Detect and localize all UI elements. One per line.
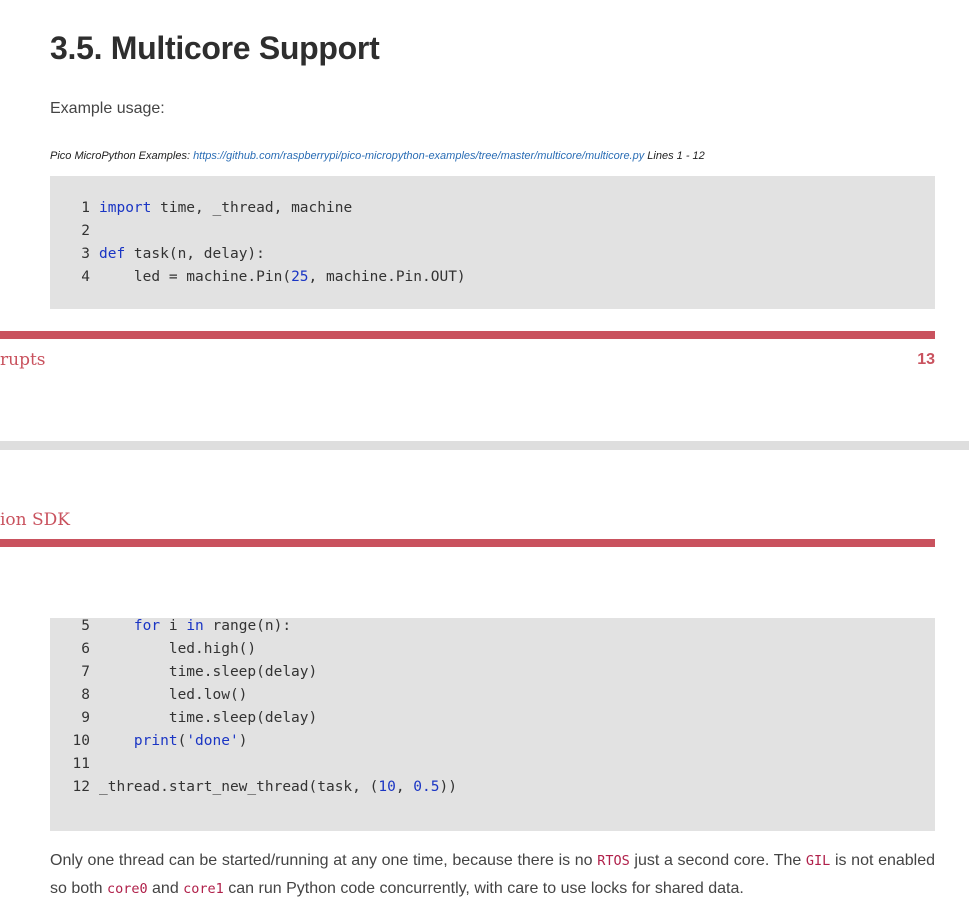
code-line: 4 led = machine.Pin(25, machine.Pin.OUT) bbox=[50, 269, 466, 292]
inline-code-rtos: RTOS bbox=[597, 853, 630, 869]
code-token: led.low() bbox=[99, 687, 248, 703]
page-number: 13 bbox=[917, 351, 935, 368]
code-line: 7 time.sleep(delay) bbox=[50, 664, 317, 687]
line-number: 8 bbox=[81, 687, 90, 703]
code-line: 8 led.low() bbox=[50, 687, 247, 710]
code-text: for i in range(n): bbox=[99, 618, 291, 634]
code-token: task(n, delay): bbox=[125, 246, 265, 262]
inline-code-gil: GIL bbox=[805, 853, 831, 869]
source-lines: Lines 1 - 12 bbox=[647, 150, 705, 162]
page-separator bbox=[0, 441, 969, 450]
paragraph-text: can run Python code concurrently, with c… bbox=[223, 880, 744, 897]
code-line: 2 bbox=[50, 223, 99, 246]
code-line: 12 _thread.start_new_thread(task, (10, 0.… bbox=[50, 779, 457, 802]
inline-code-core1: core1 bbox=[183, 881, 224, 897]
code-text: import time, _thread, machine bbox=[99, 200, 352, 216]
code-keyword: for bbox=[133, 618, 161, 634]
line-number: 3 bbox=[81, 246, 90, 262]
source-link[interactable]: https://github.com/raspberrypi/pico-micr… bbox=[193, 150, 644, 162]
code-text: def task(n, delay): bbox=[99, 246, 265, 262]
code-token: _thread.start_new_thread(task, ( bbox=[99, 779, 379, 795]
code-line: 6 led.high() bbox=[50, 641, 256, 664]
code-text: time.sleep(delay) bbox=[99, 710, 317, 726]
code-token: , machine.Pin.OUT) bbox=[308, 269, 466, 285]
code-token: time.sleep(delay) bbox=[99, 664, 318, 680]
code-token: i bbox=[160, 618, 187, 634]
code-keyword: def bbox=[99, 246, 126, 262]
line-number: 12 bbox=[72, 779, 90, 795]
code-text: print('done') bbox=[99, 733, 248, 749]
source-reference: Pico MicroPython Examples: https://githu… bbox=[50, 150, 705, 162]
code-string: 'done' bbox=[186, 733, 239, 749]
paragraph-text: Only one thread can be started/running a… bbox=[50, 852, 598, 869]
code-block-top: 1 import time, _thread, machine 2 3 def task… bbox=[50, 176, 935, 309]
section-title: 3.5. Multicore Support bbox=[50, 30, 380, 66]
code-token: )) bbox=[439, 779, 457, 795]
code-number: 25 bbox=[291, 269, 309, 285]
code-block-bottom: 5 for i in range(n): 6 led.high() 7 time.s… bbox=[50, 618, 935, 831]
code-text: _thread.start_new_thread(task, (10, 0.5)… bbox=[99, 779, 457, 795]
code-text: led = machine.Pin(25, machine.Pin.OUT) bbox=[99, 269, 466, 285]
footer-section-title: rupts bbox=[0, 350, 46, 370]
code-token: , bbox=[395, 779, 414, 795]
line-number: 4 bbox=[81, 269, 90, 285]
line-number: 2 bbox=[81, 223, 90, 239]
line-number: 5 bbox=[81, 618, 90, 634]
code-line: 3 def task(n, delay): bbox=[50, 246, 265, 269]
example-usage-label: Example usage: bbox=[50, 100, 165, 117]
code-text: led.low() bbox=[99, 687, 248, 703]
code-keyword: import bbox=[99, 200, 152, 216]
code-keyword: print bbox=[133, 733, 178, 749]
header-chapter-title: ion SDK bbox=[0, 510, 71, 530]
header-rule bbox=[0, 539, 935, 547]
code-number: 10 bbox=[378, 779, 396, 795]
code-number: 0.5 bbox=[413, 779, 440, 795]
inline-code-core0: core0 bbox=[106, 881, 148, 897]
code-line: 1 import time, _thread, machine bbox=[50, 200, 352, 223]
footer-rule bbox=[0, 331, 935, 339]
source-prefix: Pico MicroPython Examples: bbox=[50, 150, 190, 162]
paragraph-text: just a second core. The bbox=[629, 852, 806, 869]
paragraph-text: and bbox=[147, 880, 184, 897]
code-text: led.high() bbox=[99, 641, 256, 657]
code-keyword: in bbox=[186, 618, 204, 634]
code-text: time.sleep(delay) bbox=[99, 664, 317, 680]
code-token: range(n): bbox=[203, 618, 292, 634]
code-token: ) bbox=[238, 733, 248, 749]
line-number: 6 bbox=[81, 641, 90, 657]
code-line: 10 print('done') bbox=[50, 733, 248, 756]
code-token: time.sleep(delay) bbox=[99, 710, 318, 726]
code-line: 5 for i in range(n): bbox=[50, 618, 291, 641]
line-number: 7 bbox=[81, 664, 90, 680]
code-token: time, _thread, machine bbox=[151, 200, 353, 216]
code-token: ( bbox=[177, 733, 187, 749]
code-line: 9 time.sleep(delay) bbox=[50, 710, 317, 733]
code-token: led = machine.Pin( bbox=[99, 269, 292, 285]
code-token: led.high() bbox=[99, 641, 257, 657]
body-paragraph: Only one thread can be started/running a… bbox=[50, 847, 935, 903]
line-number: 10 bbox=[72, 733, 90, 749]
code-line: 11 bbox=[50, 756, 99, 779]
line-number: 11 bbox=[72, 756, 90, 772]
line-number: 9 bbox=[81, 710, 90, 726]
line-number: 1 bbox=[81, 200, 90, 216]
